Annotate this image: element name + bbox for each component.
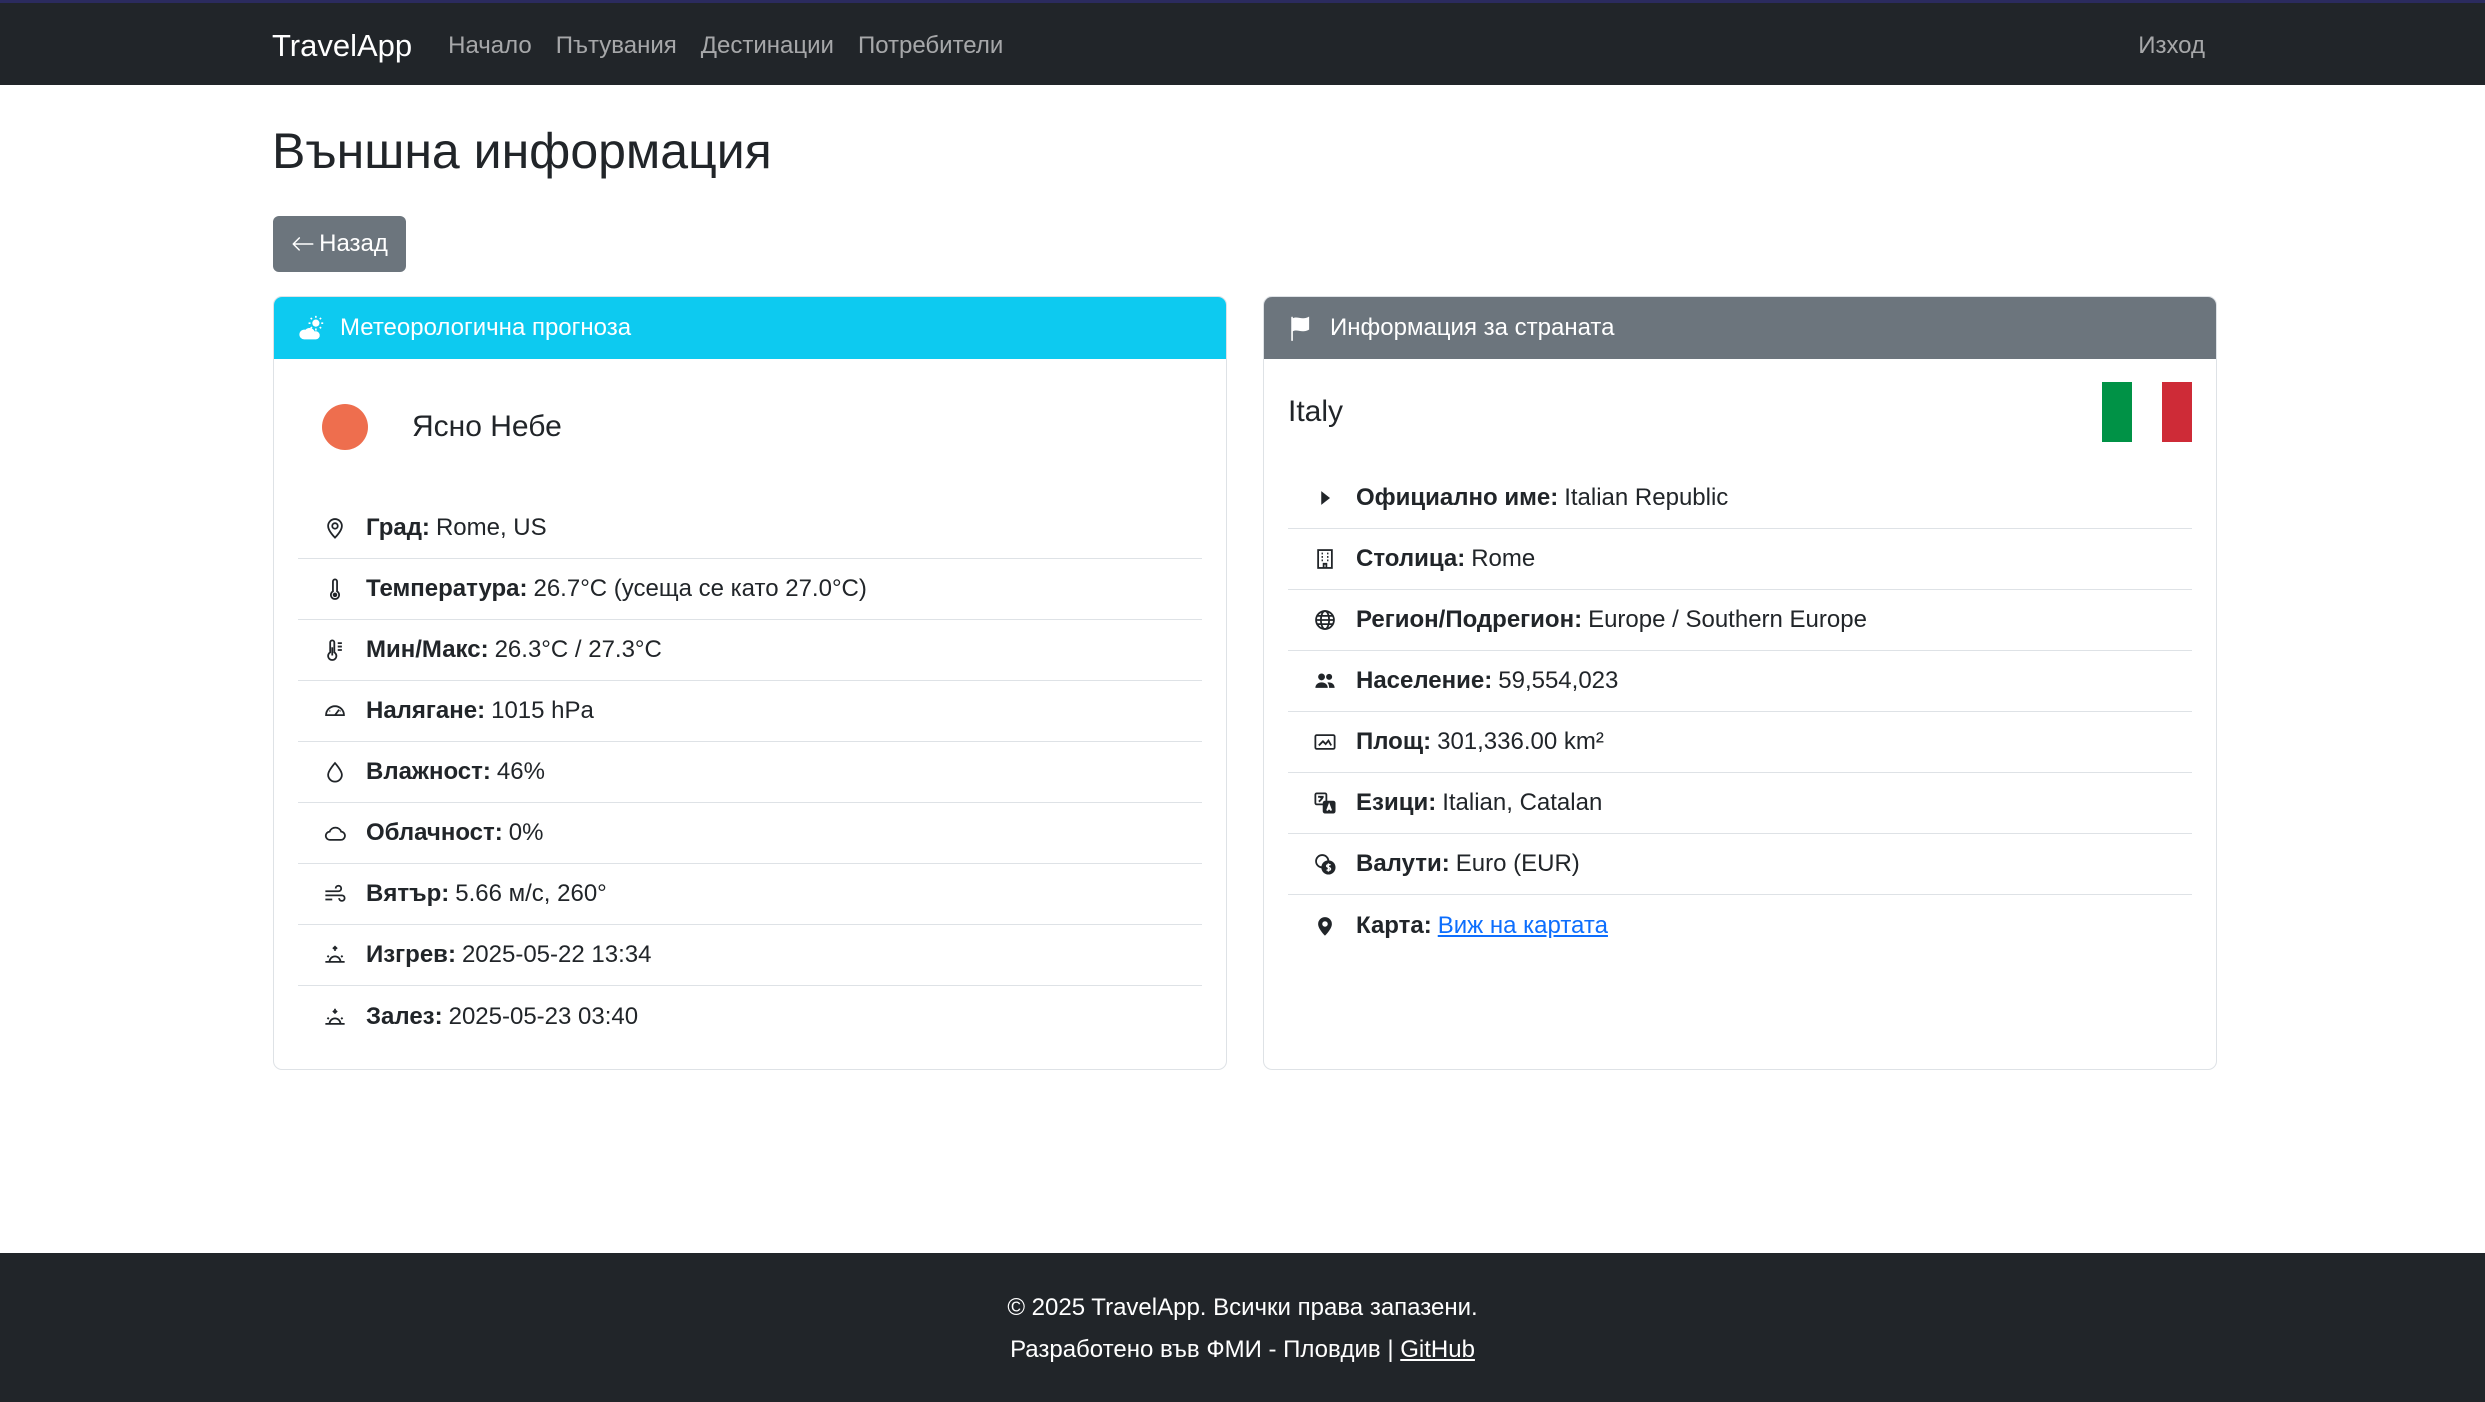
italy-flag [2102,382,2192,442]
weather-item-minmax: Мин/Макс: 26.3°C / 27.3°C [298,620,1202,681]
country-item-languages: Езици: Italian, Catalan [1288,773,2192,834]
map-pin-icon [1312,913,1338,939]
credit-text: Разработено във ФМИ - Пловдив | [1010,1336,1394,1363]
country-card-header: Информация за страната [1264,297,2216,359]
navbar: TravelApp Начало Пътувания Дестинации По… [0,0,2485,85]
arrow-left-icon [292,237,314,251]
back-button[interactable]: Назад [273,216,406,272]
country-item-capital: Столица: Rome [1288,529,2192,590]
clear-sky-icon [322,404,368,450]
weather-item-temperature: Температура: 26.7°C (усеща се като 27.0°C… [298,559,1202,620]
country-item-region: Регион/Подрегион: Europe / Southern Europ… [1288,590,2192,651]
cloud-sun-icon [299,315,324,340]
coin-icon [1312,851,1338,877]
weather-condition: Ясно Небе [322,404,562,450]
sunrise-icon [322,942,348,968]
weather-item-sunset: Залез: 2025-05-23 03:40 [298,986,1202,1047]
back-button-label: Назад [319,230,388,257]
weather-item-wind: Вятър: 5.66 м/с, 260° [298,864,1202,925]
github-link[interactable]: GitHub [1400,1336,1475,1363]
nav-link-users[interactable]: Потребители [858,32,1003,60]
flag-icon [1291,316,1310,341]
droplet-icon [322,759,348,785]
cloud-icon [322,820,348,846]
wind-icon [322,881,348,907]
country-card-title: Информация за страната [1330,314,1615,341]
weather-item-cloudiness: Облачност: 0% [298,803,1202,864]
building-icon [1312,546,1338,572]
weather-item-pressure: Налягане: 1015 hPa [298,681,1202,742]
people-icon [1312,668,1338,694]
logout-link[interactable]: Изход [2138,32,2205,60]
translate-icon [1312,790,1338,816]
copyright-text: © 2025 TravelApp. Всички права запазени. [1007,1294,1478,1321]
thermometer-half-icon [322,637,348,663]
country-name: Italy [1288,395,1344,428]
sunset-icon [322,1004,348,1030]
country-list: Официално име: Italian Republic Столица: R… [1288,468,2192,956]
thermometer-icon [322,576,348,602]
speedometer-icon [322,698,348,724]
weather-item-humidity: Влажност: 46% [298,742,1202,803]
globe-icon [1312,607,1338,633]
weather-card-header: Метеорологична прогноза [274,297,1226,359]
geo-alt-icon [322,515,348,541]
page-title: Външна информация [272,123,772,179]
footer-credit: Разработено във ФМИ - Пловдив | GitHub [0,1336,2485,1364]
country-item-currencies: Валути: Euro (EUR) [1288,834,2192,895]
brand-link[interactable]: TravelApp [272,28,412,64]
area-icon [1312,729,1338,755]
weather-item-city: Град: Rome, US [298,498,1202,559]
country-item-area: Площ: 301,336.00 km² [1288,712,2192,773]
weather-item-sunrise: Изгрев: 2025-05-22 13:34 [298,925,1202,986]
country-card: Информация за страната Italy Официално и… [1263,296,2217,1070]
country-item-population: Население: 59,554,023 [1288,651,2192,712]
country-item-official-name: Официално име: Italian Republic [1288,468,2192,529]
footer: © 2025 TravelApp. Всички права запазени.… [0,1253,2485,1402]
country-item-map: Карта: Виж на картата [1288,895,2192,956]
weather-list: Град: Rome, US Температура: 26.7°C (усеща … [298,498,1202,1047]
view-map-link[interactable]: Виж на картата [1438,912,1608,940]
nav-link-destinations[interactable]: Дестинации [701,32,834,60]
caret-right-icon [1312,485,1338,511]
nav-link-trips[interactable]: Пътувания [556,32,677,60]
condition-text: Ясно Небе [412,410,562,443]
weather-card-title: Метеорологична прогноза [340,314,632,341]
weather-card: Метеорологична прогноза Ясно Небе Град: R… [273,296,1227,1070]
nav-link-home[interactable]: Начало [448,32,532,60]
